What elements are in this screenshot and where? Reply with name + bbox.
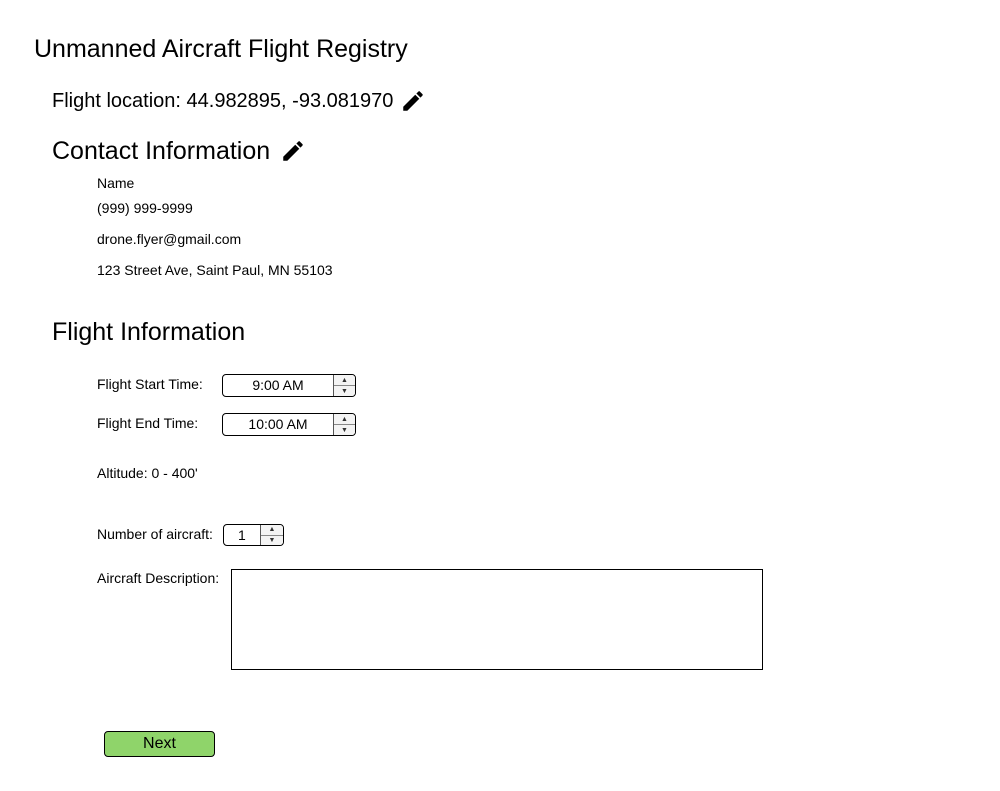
aircraft-count-down-icon[interactable]: ▼	[261, 534, 283, 546]
flight-end-time-spinner[interactable]: 10:00 AM ▲ ▼	[222, 413, 356, 436]
contact-section-header: Contact Information	[52, 136, 306, 166]
contact-name: Name	[97, 175, 135, 191]
start-time-down-icon[interactable]: ▼	[334, 385, 355, 396]
flight-end-label: Flight End Time:	[97, 415, 199, 431]
contact-address: 123 Street Ave, Saint Paul, MN 55103	[97, 262, 333, 278]
edit-contact-pencil-icon[interactable]	[280, 138, 306, 164]
contact-heading: Contact Information	[52, 137, 271, 165]
next-button[interactable]: Next	[104, 731, 215, 757]
aircraft-count-spinner[interactable]: 1 ▲ ▼	[223, 524, 284, 546]
edit-location-pencil-icon[interactable]	[400, 88, 426, 114]
end-time-down-icon[interactable]: ▼	[334, 424, 355, 435]
start-time-up-icon[interactable]: ▲	[334, 375, 355, 385]
flight-end-time-value[interactable]: 10:00 AM	[223, 414, 333, 435]
flight-start-arrows: ▲ ▼	[333, 375, 355, 396]
flight-heading: Flight Information	[52, 318, 246, 346]
aircraft-count-up-icon[interactable]: ▲	[261, 525, 283, 535]
aircraft-description-label: Aircraft Description:	[97, 570, 220, 586]
contact-email: drone.flyer@gmail.com	[97, 231, 242, 247]
end-time-up-icon[interactable]: ▲	[334, 414, 355, 424]
page-title: Unmanned Aircraft Flight Registry	[34, 35, 408, 63]
aircraft-count-value[interactable]: 1	[224, 525, 260, 545]
aircraft-description-input[interactable]	[231, 569, 763, 670]
aircraft-count-arrows: ▲ ▼	[260, 525, 283, 545]
contact-phone: (999) 999-9999	[97, 200, 193, 216]
altitude-text: Altitude: 0 - 400'	[97, 465, 198, 481]
flight-start-label: Flight Start Time:	[97, 376, 203, 392]
aircraft-count-label: Number of aircraft:	[97, 526, 213, 542]
flight-location-row: Flight location: 44.982895, -93.081970	[52, 87, 426, 115]
flight-end-arrows: ▲ ▼	[333, 414, 355, 435]
flight-start-time-value[interactable]: 9:00 AM	[223, 375, 333, 396]
flight-location-label: Flight location: 44.982895, -93.081970	[52, 90, 394, 112]
flight-start-time-spinner[interactable]: 9:00 AM ▲ ▼	[222, 374, 356, 397]
